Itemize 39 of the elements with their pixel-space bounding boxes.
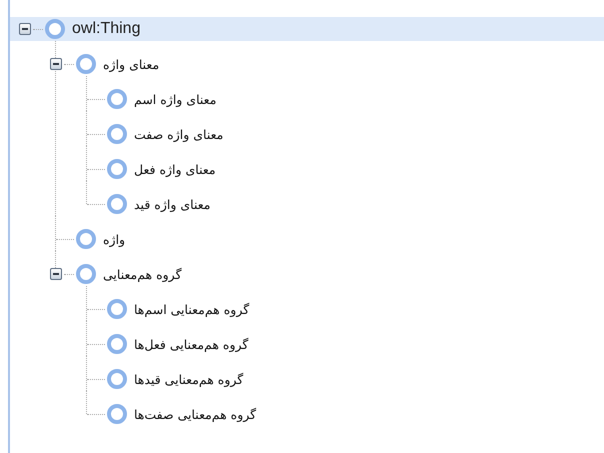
node-label: گروه هم‌معنایی (103, 266, 182, 282)
node-label: واژه (103, 232, 126, 246)
circle-icon (107, 124, 127, 144)
circle-icon (45, 19, 65, 39)
node-label: گروه هم‌معنایی قیدها (134, 372, 244, 386)
tree-row[interactable]: واژه (45, 227, 604, 251)
circle-icon (107, 194, 127, 214)
collapse-toggle[interactable] (50, 268, 62, 280)
circle-icon (76, 264, 96, 284)
circle-icon (76, 229, 96, 249)
tree-row[interactable]: معنای واژه فعل (76, 157, 604, 181)
tree-row[interactable]: گروه هم‌معنایی اسم‌ها (76, 297, 604, 321)
tree-row[interactable]: گروه هم‌معنایی قیدها (76, 367, 604, 391)
node-label: معنای واژه فعل (134, 162, 216, 176)
circle-icon (107, 89, 127, 109)
tree-row[interactable]: معنای واژه اسم (76, 87, 604, 111)
node-label: گروه هم‌معنایی اسم‌ها (134, 302, 250, 316)
tree-row[interactable]: معنای واژه (45, 52, 604, 76)
tree-row[interactable]: گروه هم‌معنایی صفت‌ها (76, 402, 604, 426)
tree-row[interactable]: owl:Thing (10, 17, 604, 41)
circle-icon (76, 54, 96, 74)
circle-icon (107, 334, 127, 354)
tree-row[interactable]: گروه هم‌معنایی (45, 262, 604, 286)
node-label: معنای واژه صفت (134, 126, 224, 142)
node-label: owl:Thing (72, 20, 140, 38)
node-label: گروه هم‌معنایی فعل‌ها (134, 336, 248, 352)
circle-icon (107, 404, 127, 424)
circle-icon (107, 299, 127, 319)
circle-icon (107, 159, 127, 179)
node-label: معنای واژه قید (134, 196, 210, 212)
tree-row[interactable]: معنای واژه صفت (76, 122, 604, 146)
node-label: گروه هم‌معنایی صفت‌ها (134, 406, 256, 422)
collapse-toggle[interactable] (19, 23, 31, 35)
node-label: معنای واژه (103, 56, 160, 72)
tree-row[interactable]: معنای واژه قید (76, 192, 604, 216)
node-label: معنای واژه اسم (134, 92, 216, 106)
circle-icon (107, 369, 127, 389)
collapse-toggle[interactable] (50, 58, 62, 70)
tree-row[interactable]: گروه هم‌معنایی فعل‌ها (76, 332, 604, 356)
